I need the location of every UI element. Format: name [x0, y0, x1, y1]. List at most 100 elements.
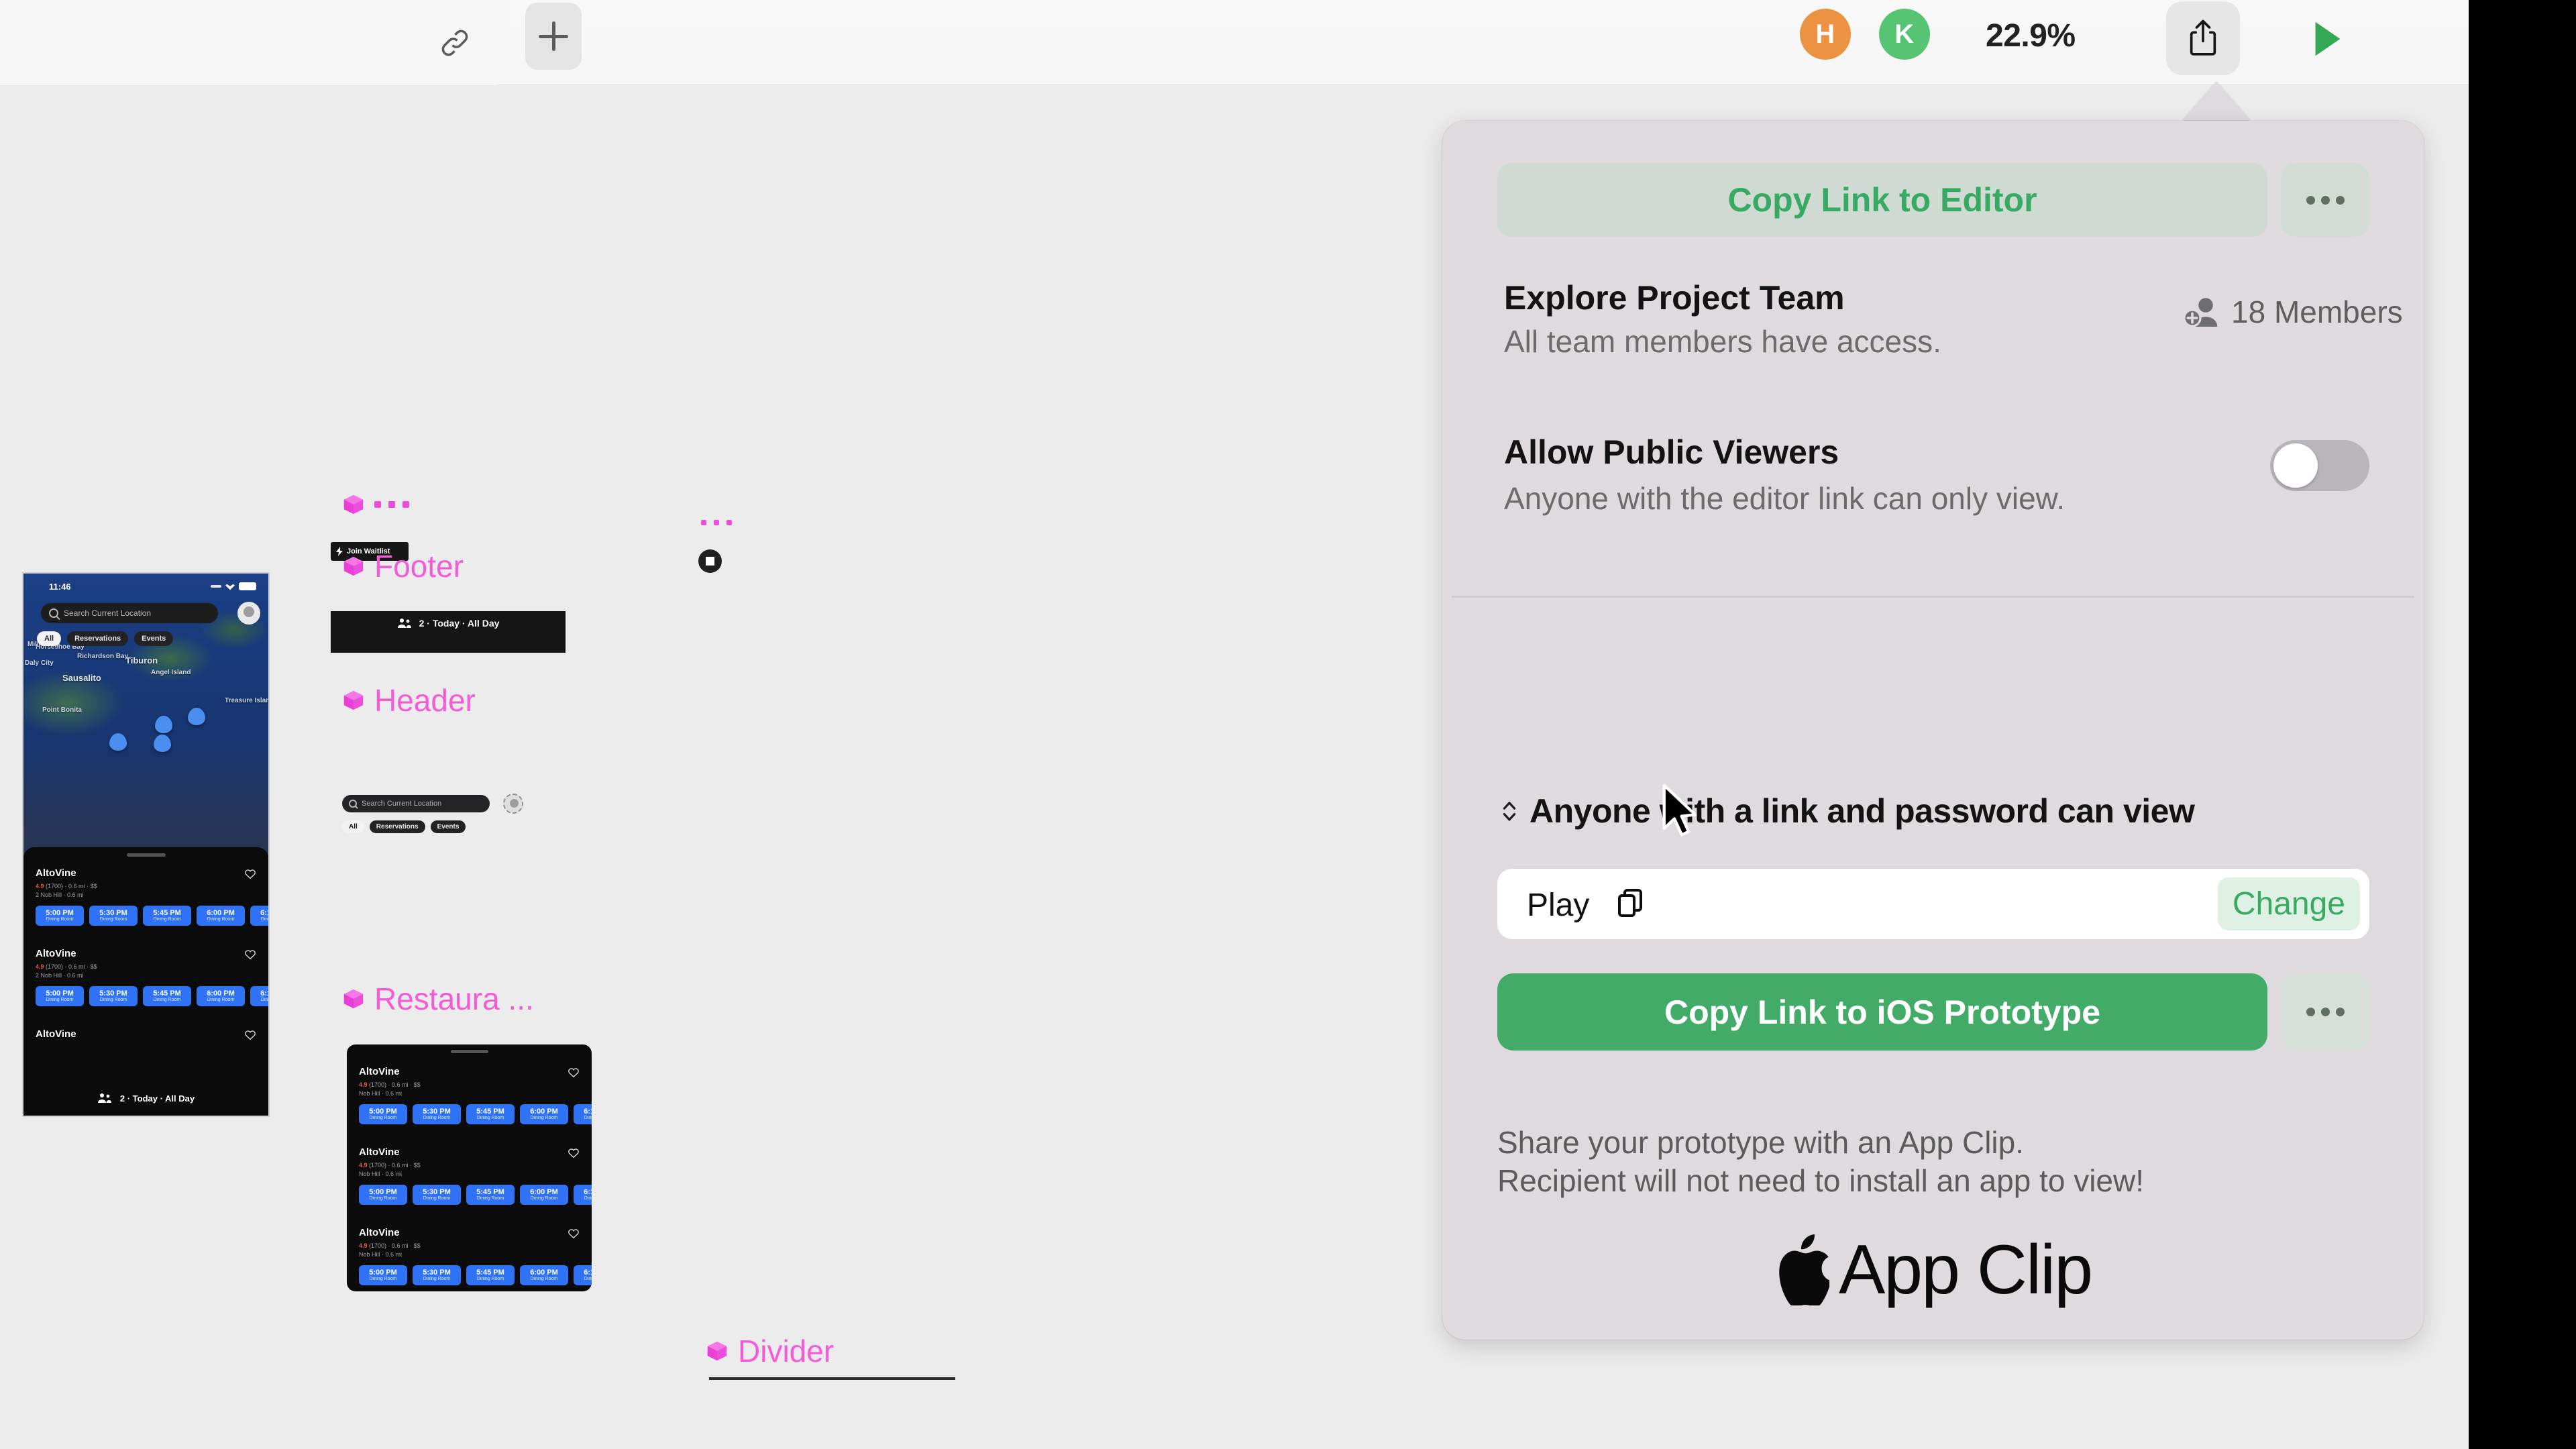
- time-slot[interactable]: 6:00 PM Dining Room: [197, 906, 245, 926]
- ellipsis-icon[interactable]: [701, 520, 732, 525]
- time-slot[interactable]: 5:45 PM Dining Room: [466, 1104, 515, 1125]
- time-slot[interactable]: 5:45 PM Dining Room: [466, 1265, 515, 1286]
- time-slot[interactable]: 5:00 PM Dining Room: [359, 1185, 407, 1205]
- header-component-preview[interactable]: Search Current Location All Reservations…: [335, 788, 567, 835]
- members-count: 18 Members: [2231, 294, 2403, 329]
- home-screen-preview[interactable]: 11:46 Tiburon Sausalito Angel Island Poi…: [22, 572, 270, 1117]
- link-icon[interactable]: [428, 16, 482, 70]
- map-pin[interactable]: [188, 708, 205, 725]
- change-password-button[interactable]: Change: [2217, 877, 2360, 930]
- avatar[interactable]: [503, 794, 523, 814]
- search-input[interactable]: Search Current Location: [41, 603, 218, 623]
- time-slot[interactable]: 5:30 PM Dining Room: [89, 986, 138, 1007]
- chip-all[interactable]: All: [37, 631, 62, 646]
- signal-icon: [211, 585, 221, 588]
- chip-reservations[interactable]: Reservations: [369, 820, 425, 833]
- copy-link-to-editor-more-button[interactable]: [2281, 163, 2369, 237]
- distance: 0.6 mi: [68, 963, 85, 970]
- time-slot[interactable]: 5:00 PM Dining Room: [36, 986, 84, 1007]
- time-slot[interactable]: 6:15 PMDining Room: [574, 1265, 592, 1286]
- list-item[interactable]: AltoVine 4.9 (1700) · 0.6 mi · $$ Nob Hi…: [359, 1227, 592, 1286]
- time-slot[interactable]: 5:00 PM Dining Room: [359, 1265, 407, 1286]
- ellipsis-icon: [2306, 195, 2345, 205]
- price: $$: [413, 1242, 421, 1249]
- chip-events[interactable]: Events: [134, 631, 174, 646]
- map-pin[interactable]: [109, 733, 127, 751]
- permission-select[interactable]: Anyone with a link and password can view: [1501, 792, 2195, 830]
- map-pin[interactable]: [155, 716, 172, 733]
- team-members[interactable]: 18 Members: [2183, 294, 2403, 330]
- placeholder-badge[interactable]: [698, 549, 722, 573]
- copy-link-to-ios-prototype-more-button[interactable]: [2281, 973, 2369, 1051]
- footer-component-preview[interactable]: 2 · Today · All Day: [331, 611, 566, 653]
- restaurant-name: AltoVine: [359, 1146, 400, 1158]
- time-slot[interactable]: 6:15 PMDining Room: [250, 986, 268, 1007]
- avatar[interactable]: [237, 602, 260, 625]
- time-slot[interactable]: 6:15 PMDining Room: [574, 1185, 592, 1205]
- time-slot[interactable]: 5:30 PM Dining Room: [413, 1265, 461, 1286]
- layer-label-divider[interactable]: Divider: [706, 1333, 834, 1369]
- heart-icon[interactable]: [568, 1067, 580, 1078]
- copy-link-to-editor-button[interactable]: Copy Link to Editor: [1497, 163, 2267, 237]
- add-tab-button[interactable]: [525, 3, 582, 70]
- play-prototype-button[interactable]: [2301, 12, 2355, 66]
- heart-icon[interactable]: [568, 1148, 580, 1159]
- neighborhood: Nob Hill: [359, 1171, 380, 1178]
- layer-name: Header: [374, 683, 476, 718]
- reservation-footer-bar[interactable]: 2 · Today · All Day: [23, 1081, 268, 1116]
- chip-reservations[interactable]: Reservations: [67, 631, 129, 646]
- time-slot[interactable]: 5:30 PM Dining Room: [413, 1104, 461, 1125]
- list-item[interactable]: AltoVine 4.9 (1700) · 0.6 mi · $$ Nob Hi…: [359, 1066, 592, 1125]
- password-field[interactable]: Play Change: [1497, 869, 2369, 939]
- copy-link-to-ios-prototype-button[interactable]: Copy Link to iOS Prototype: [1497, 973, 2267, 1051]
- chip-events[interactable]: Events: [430, 820, 466, 833]
- time-slot[interactable]: 5:30 PM Dining Room: [413, 1185, 461, 1205]
- avatar-collaborator-1[interactable]: H: [1800, 9, 1851, 60]
- time-slot[interactable]: 5:45 PM Dining Room: [466, 1185, 515, 1205]
- heart-icon[interactable]: [244, 1030, 256, 1040]
- sheet-grabber[interactable]: [450, 1050, 488, 1053]
- distance: 0.6 mi: [385, 1090, 402, 1097]
- time-slot[interactable]: 5:45 PM Dining Room: [143, 986, 191, 1007]
- restaurant-name: AltoVine: [36, 1028, 76, 1040]
- list-item[interactable]: AltoVine 4.9 (1700) · 0.6 mi · $$ 2 Nob …: [36, 867, 268, 926]
- avatar-collaborator-2[interactable]: K: [1879, 9, 1930, 60]
- time-slot-row: 5:00 PM Dining Room 5:30 PM Dining Room 5:…: [36, 986, 268, 1007]
- time-slot[interactable]: 5:30 PM Dining Room: [89, 906, 138, 926]
- share-button[interactable]: [2166, 1, 2240, 75]
- map-preview: 11:46 Tiburon Sausalito Angel Island Poi…: [23, 574, 268, 855]
- restaurant-component-preview[interactable]: AltoVine 4.9 (1700) · 0.6 mi · $$ Nob Hi…: [347, 1044, 592, 1291]
- layer-label-header[interactable]: Header: [342, 682, 476, 718]
- time-slot[interactable]: 6:00 PM Dining Room: [520, 1185, 568, 1205]
- map-pin[interactable]: [154, 735, 171, 752]
- time-slot[interactable]: 6:15 PMDining Room: [250, 906, 268, 926]
- time-slot[interactable]: 6:00 PM Dining Room: [197, 986, 245, 1007]
- time-slot[interactable]: 6:00 PM Dining Room: [520, 1104, 568, 1125]
- layer-label-restaurant-list[interactable]: Restaura ...: [342, 981, 534, 1017]
- time-slot[interactable]: 6:00 PM Dining Room: [520, 1265, 568, 1286]
- list-item[interactable]: AltoVine 4.9 (1700) · 0.6 mi · $$ Nob Hi…: [359, 1146, 592, 1205]
- heart-icon[interactable]: [568, 1228, 580, 1239]
- ellipsis-icon: [2306, 1008, 2345, 1016]
- search-input[interactable]: Search Current Location: [342, 795, 490, 812]
- time-slot[interactable]: 5:00 PM Dining Room: [36, 906, 84, 926]
- time-slot[interactable]: 6:15 PMDining Room: [574, 1104, 592, 1125]
- allow-public-viewers-toggle[interactable]: [2270, 440, 2369, 491]
- layer-name: Restaura ...: [374, 981, 534, 1016]
- heart-icon[interactable]: [244, 869, 256, 879]
- list-item[interactable]: AltoVine: [36, 1028, 259, 1040]
- rating: 4.9: [359, 1242, 368, 1249]
- sheet-grabber[interactable]: [126, 853, 166, 857]
- heart-icon[interactable]: [244, 949, 256, 960]
- time-slot[interactable]: 5:45 PM Dining Room: [143, 906, 191, 926]
- chip-all[interactable]: All: [342, 820, 364, 833]
- password-value: Play: [1527, 888, 1590, 923]
- zoom-level[interactable]: 22.9%: [1986, 17, 2076, 54]
- layer-label-footer[interactable]: Footer: [342, 548, 464, 584]
- copy-icon[interactable]: [1618, 889, 1642, 918]
- layer-label-unnamed[interactable]: [342, 493, 409, 516]
- time-slot[interactable]: 5:00 PM Dining Room: [359, 1104, 407, 1125]
- list-item[interactable]: AltoVine 4.9 (1700) · 0.6 mi · $$ 2 Nob …: [36, 948, 268, 1007]
- allow-public-viewers-title: Allow Public Viewers: [1504, 433, 1839, 471]
- person-add-icon: [2183, 298, 2218, 327]
